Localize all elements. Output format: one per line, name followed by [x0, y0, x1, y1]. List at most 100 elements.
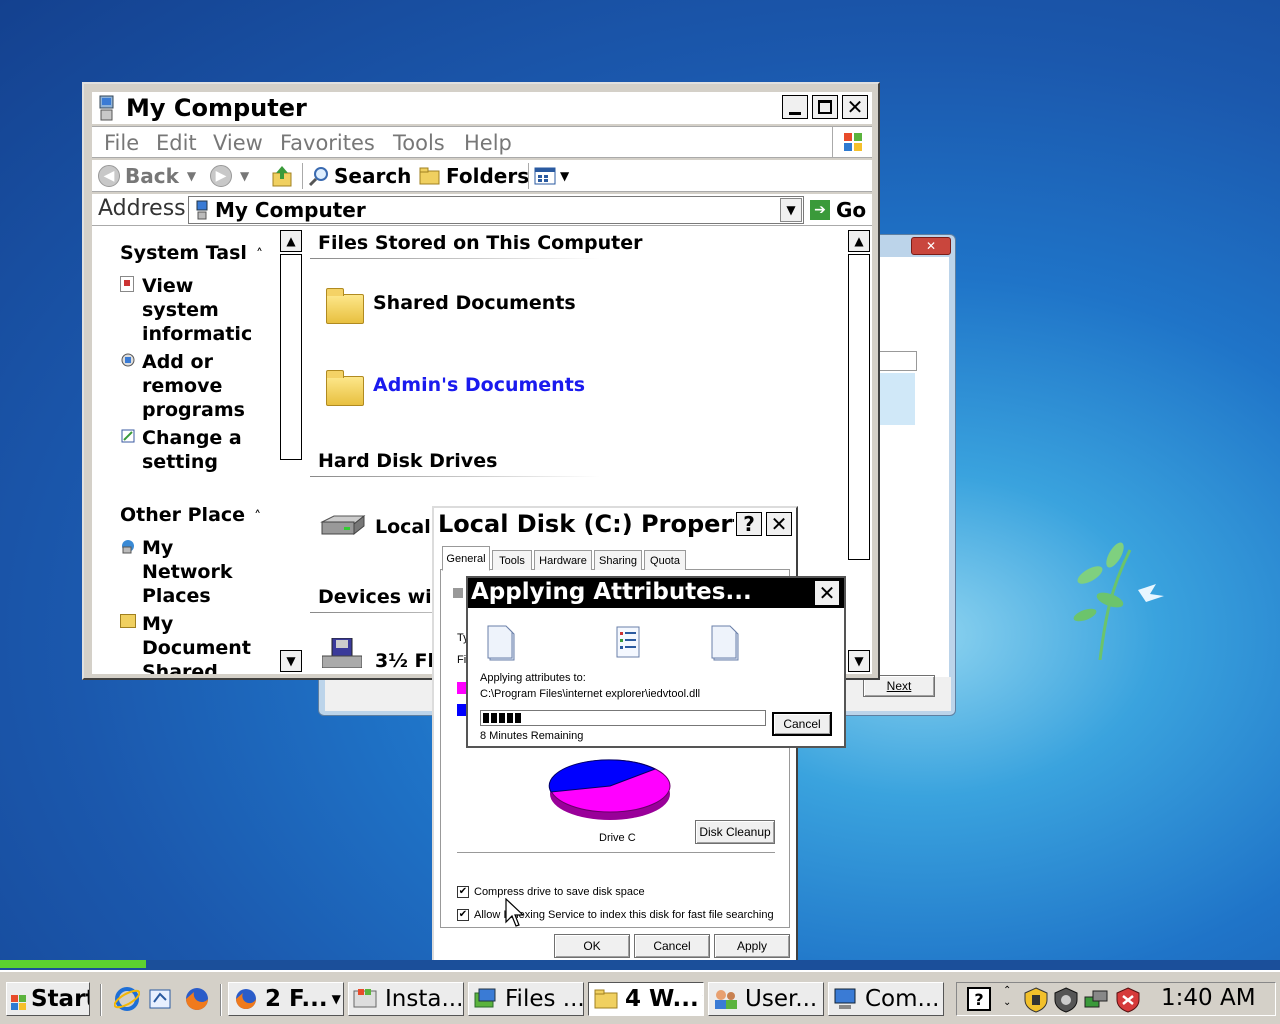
views-icon — [534, 166, 556, 186]
scroll-thumb[interactable] — [848, 254, 870, 560]
tab-quota[interactable]: Quota — [644, 550, 686, 570]
place-line: Shared — [142, 661, 218, 674]
scroll-up-arrow[interactable]: ▲ — [848, 230, 870, 252]
background-window-close-button[interactable]: ✕ — [911, 237, 951, 255]
floppy-drive-label: 3½ Fl — [375, 650, 434, 672]
computer-icon — [96, 95, 118, 121]
firefox-icon[interactable] — [184, 986, 210, 1012]
other-places-title: Other Place — [120, 504, 246, 526]
show-desktop-icon[interactable] — [148, 986, 174, 1012]
place-line: Places — [142, 585, 211, 607]
folders-icon — [418, 165, 442, 187]
menu-bar: File Edit View Favorites Tools Help — [92, 126, 872, 158]
back-label: Back — [125, 164, 179, 188]
tab-general[interactable]: General — [442, 546, 490, 571]
scroll-down-arrow[interactable]: ▼ — [280, 650, 302, 672]
taskbar-button-install[interactable]: Insta... — [348, 982, 464, 1016]
taskbar-button-users[interactable]: User... — [708, 982, 824, 1016]
task-pane-scrollbar[interactable]: ▲ ▼ — [280, 230, 302, 674]
views-button[interactable]: ▼ — [534, 163, 578, 189]
menu-favorites[interactable]: Favorites — [280, 131, 375, 155]
other-places-header[interactable]: Other Place ˄ — [120, 504, 270, 526]
task-line: system — [142, 299, 219, 321]
search-button[interactable]: Search — [308, 163, 412, 189]
add-remove-icon — [120, 352, 136, 368]
admin-documents-item[interactable]: Admin's Documents — [324, 364, 624, 408]
start-button[interactable]: Start — [6, 982, 90, 1016]
task-pane: System Tasl ˄ View system informatic Add… — [92, 226, 304, 674]
network-status-icon[interactable] — [1083, 987, 1111, 1013]
indexing-checkbox[interactable]: ✔ — [457, 909, 469, 921]
go-button[interactable]: ➔ Go — [810, 196, 870, 224]
folders-button[interactable]: Folders — [418, 163, 529, 189]
tab-hardware[interactable]: Hardware — [534, 550, 592, 570]
security-shield-icon[interactable] — [1023, 987, 1049, 1013]
up-folder-icon[interactable] — [270, 163, 296, 189]
close-button[interactable]: ✕ — [814, 580, 840, 606]
file-pane-scrollbar[interactable]: ▲ ▼ — [848, 230, 870, 674]
applying-to-label: Applying attributes to: — [480, 672, 586, 684]
help-icon[interactable]: ? — [967, 987, 991, 1011]
current-file-path: C:\Program Files\internet explorer\iedvt… — [480, 688, 701, 700]
network-shield-icon[interactable] — [1053, 987, 1079, 1013]
taskbar-top-strip — [0, 960, 1280, 970]
back-button[interactable]: ◀ Back ▼ — [98, 163, 202, 189]
antivirus-shield-icon[interactable] — [1115, 987, 1141, 1013]
devices-heading: Devices wit — [318, 586, 441, 608]
progress-bar — [480, 710, 766, 726]
scroll-down-arrow[interactable]: ▼ — [848, 650, 870, 672]
drive-icon-stub — [453, 588, 463, 598]
applying-cancel-button[interactable]: Cancel — [772, 712, 832, 736]
folder-icon — [594, 989, 618, 1009]
drive-label: Drive C — [599, 832, 636, 844]
ok-button[interactable]: OK — [554, 934, 630, 958]
taskbar-button-label: Com... — [865, 986, 940, 1012]
tab-tools[interactable]: Tools — [492, 550, 532, 570]
address-input[interactable]: My Computer ▼ — [188, 196, 804, 224]
info-icon — [120, 276, 134, 292]
taskbar-button-label: Files ... — [505, 986, 584, 1012]
clock[interactable]: 1:40 AM — [1161, 985, 1256, 1011]
disk-cleanup-button[interactable]: Disk Cleanup — [695, 820, 775, 844]
cancel-button[interactable]: Cancel — [634, 934, 710, 958]
address-dropdown-button[interactable]: ▼ — [780, 198, 802, 222]
apply-button[interactable]: Apply — [714, 934, 790, 958]
taskbar-button-explorer-group[interactable]: 4 W... ▼ — [588, 982, 704, 1016]
address-value: My Computer — [215, 198, 366, 222]
compress-checkbox[interactable]: ✔ — [457, 886, 469, 898]
maximize-button[interactable] — [812, 95, 838, 119]
task-line: View — [142, 275, 194, 297]
menu-file[interactable]: File — [104, 131, 139, 155]
shared-documents-item[interactable]: Shared Documents — [324, 282, 624, 326]
menu-edit[interactable]: Edit — [156, 131, 197, 155]
taskbar-button-computer[interactable]: Com... — [828, 982, 944, 1016]
system-tray: ? ⌃ ⌄ 1:40 AM — [956, 982, 1276, 1016]
minimize-button[interactable] — [782, 95, 808, 119]
folder-icon — [326, 288, 364, 324]
computer-icon — [834, 988, 856, 1009]
desktop-wallpaper-plant — [1060, 520, 1180, 661]
task-line: remove — [142, 375, 223, 397]
files-stored-heading: Files Stored on This Computer — [318, 232, 643, 254]
chevron-down-icon: ▼ — [331, 992, 341, 1006]
close-button[interactable]: ✕ — [842, 95, 868, 119]
tray-expand-icon[interactable]: ⌃ ⌄ — [1003, 985, 1013, 1013]
task-line: setting — [142, 451, 218, 473]
menu-view[interactable]: View — [213, 131, 263, 155]
system-tasks-header[interactable]: System Tasl ˄ — [120, 242, 270, 264]
taskbar-button-files[interactable]: Files ... — [468, 982, 584, 1016]
task-line: informatic — [142, 323, 253, 345]
menu-help[interactable]: Help — [464, 131, 512, 155]
toolbar: ◀ Back ▼ ▶ ▼ Search Folders ▼ — [92, 160, 872, 192]
menu-tools[interactable]: Tools — [393, 131, 445, 155]
tab-sharing[interactable]: Sharing — [594, 550, 642, 570]
help-button[interactable]: ? — [736, 512, 762, 536]
internet-explorer-icon[interactable] — [113, 986, 141, 1012]
taskbar-button-firefox[interactable]: 2 F... ▼ — [228, 982, 344, 1016]
taskbar-button-label: User... — [745, 986, 818, 1012]
forward-button[interactable]: ▶ ▼ — [210, 163, 262, 189]
properties-title: Local Disk (C:) Propert... — [438, 510, 734, 538]
scroll-up-arrow[interactable]: ▲ — [280, 230, 302, 252]
scroll-thumb[interactable] — [280, 254, 302, 460]
close-button[interactable]: ✕ — [766, 512, 792, 536]
